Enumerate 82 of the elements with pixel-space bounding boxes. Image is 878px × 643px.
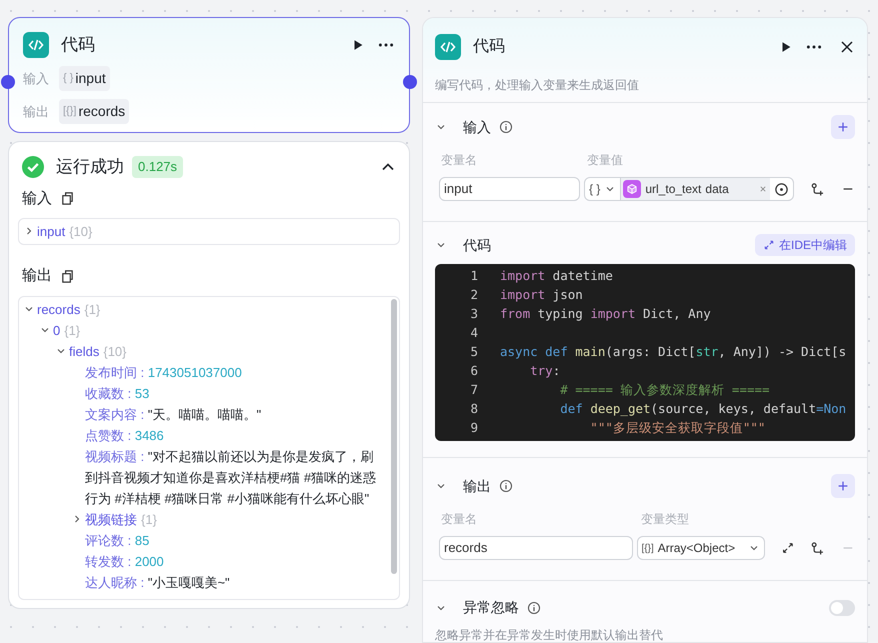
output-port[interactable] [403,75,417,89]
tree-key[interactable]: fields {10} [69,340,127,362]
section-title: 输入 [463,118,491,136]
line-number: 5 [469,343,478,361]
code-node-icon [23,32,49,58]
tree-key[interactable]: 视频链接 {1} [85,508,157,530]
code-line: def deep_get(source, keys, default=Non [559,400,846,418]
column-header: 变量名 [441,152,478,169]
plus-icon [836,479,850,493]
tree-entry: 发布时间 : 1743051037000 [85,364,242,382]
node-title: 代码 [61,34,96,56]
node-card[interactable]: 代码 输入 { }input 输出 [{}]records [8,17,410,133]
line-number: 1 [469,267,478,285]
section-title: 异常忽略 [463,598,519,617]
code-line: import json [500,286,583,304]
line-number: 6 [469,362,478,380]
tree-entry: 视频标题 : "对不起猫以前还以为是你是发疯了，刷到抖音视频才知道你是喜欢洋桔梗#猫 #猫咪的迷惑行为 #洋桔梗 #猫咪日常 #小猫咪能有什么坏心眼" [85,448,378,508]
tree-entry: 收藏数 : 53 [85,384,150,402]
tree-entry: 文案内容 : "天。喵喵。喵喵。" [85,406,262,424]
info-icon [499,120,513,134]
tree-entry: 转发数 : 2000 [85,552,164,570]
line-number: 3 [469,305,478,323]
clear-icon[interactable] [758,184,768,194]
status-text: 运行成功 [56,156,124,178]
code-node-icon [435,34,461,60]
copy-icon[interactable] [60,268,75,284]
edit-in-ide-button[interactable]: 在IDE中编辑 [754,234,855,256]
code-line: """多层级安全获取字段值""" [589,419,766,437]
scrollbar[interactable] [391,298,397,574]
tree-entry: 点赞数 : 3486 [85,426,164,444]
column-header: 变量值 [587,152,623,169]
section-title: 输入 [22,188,52,208]
add-button[interactable] [831,474,855,498]
copy-icon[interactable] [60,191,75,206]
cube-icon [623,180,642,198]
port-label: 输出 [23,102,50,121]
section-title: 输出 [463,476,491,496]
code-line: async def main(args: Dict[str, Any]) -> Dict[s [500,343,846,361]
toggle-switch[interactable] [829,600,855,616]
expand-icon[interactable] [780,541,795,555]
type-select[interactable]: [{}] Array<Object> [636,536,765,560]
add-button[interactable] [831,115,855,139]
variable-tag: [{}]records [59,99,130,124]
info-icon [527,600,541,614]
variable-value-field[interactable]: { } url_to_text data [584,177,794,201]
code-line: import datetime [500,267,613,285]
line-number: 7 [469,381,478,399]
expand-icon [762,239,775,251]
tree-entry: 达人昵称 : "小玉嘎嘎美~" [85,574,230,592]
variable-link-icon[interactable] [810,540,826,556]
section-title: 输出 [22,266,52,286]
tree-key[interactable]: 0 {1} [53,320,80,340]
tree-key[interactable]: records {1} [37,298,100,320]
port-label: 输入 [23,70,50,88]
success-icon [22,156,44,178]
section-description: 忽略异常并在异常发生时使用默认输出替代 [435,627,664,642]
tree-entry: 评论数 : 85 [85,532,150,550]
code-line: from typing import Dict, Any [500,305,711,323]
section-title: 代码 [463,236,491,254]
panel-title: 代码 [473,37,506,57]
reference-field-label: data [705,181,729,198]
variable-link-icon[interactable] [810,182,826,196]
line-number: 4 [469,324,478,342]
line-number: 8 [469,400,478,418]
target-icon[interactable] [774,182,790,196]
variable-tag: { }input [59,66,110,91]
line-number: 2 [469,286,478,304]
input-port[interactable] [1,75,15,89]
duration-badge: 0.127s [132,156,184,178]
panel-description: 编写代码，处理输入变量来生成返回值 [435,77,640,94]
line-number: 9 [469,419,478,437]
variable-name-field[interactable]: records [439,536,632,560]
code-line: # ===== 输入参数深度解析 ===== [559,381,770,399]
tree-key[interactable]: input {10} [37,221,92,242]
variable-name-field[interactable]: input [439,177,580,201]
close-icon[interactable] [839,39,855,55]
column-header: 变量名 [441,511,478,528]
reference-node-label: url_to_text [645,181,702,198]
code-line: try: [529,362,560,380]
column-header: 变量类型 [641,511,689,528]
info-icon [499,479,513,493]
plus-icon [836,120,850,134]
